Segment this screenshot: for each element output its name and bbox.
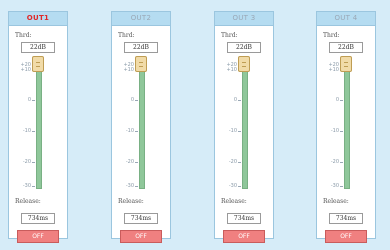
scale-tick: -10 (321, 127, 343, 135)
scale-tick: +10 (116, 66, 138, 74)
scale-tick: -10 (13, 127, 35, 135)
release-label: Release: (118, 198, 144, 205)
scale-tick: -20 (321, 158, 343, 166)
output-panel-out1: OUT1 Thrd: 22dB +20 +10 0 -10 -20 -30 Re… (8, 11, 68, 243)
threshold-slider-handle[interactable] (135, 56, 147, 72)
thrd-value-field[interactable]: 22dB (124, 42, 158, 53)
scale-tick: 0 (219, 96, 241, 104)
output-limiter-panel: OUT1 Thrd: 22dB +20 +10 0 -10 -20 -30 Re… (0, 0, 390, 250)
threshold-slider-track[interactable] (242, 65, 248, 189)
release-value-field[interactable]: 734ms (21, 213, 55, 224)
off-button[interactable]: OFF (120, 230, 162, 243)
scale-tick: +10 (13, 66, 35, 74)
thrd-label: Thrd: (15, 32, 32, 39)
threshold-slider-track[interactable] (344, 65, 350, 189)
scale-tick: -30 (116, 182, 138, 190)
scale-tick: -30 (321, 182, 343, 190)
threshold-slider-track[interactable] (36, 65, 42, 189)
panel-title-out4[interactable]: OUT 4 (317, 12, 375, 26)
off-button[interactable]: OFF (223, 230, 265, 243)
panel-title-out1[interactable]: OUT1 (9, 12, 67, 26)
thrd-value-field[interactable]: 22dB (329, 42, 363, 53)
off-button[interactable]: OFF (17, 230, 59, 243)
panel-title-out2[interactable]: OUT2 (112, 12, 170, 26)
scale-tick: +10 (321, 66, 343, 74)
output-panel-out2: OUT2 Thrd: 22dB +20 +10 0 -10 -20 -30 Re… (111, 11, 171, 243)
scale-tick: 0 (116, 96, 138, 104)
scale-tick: 0 (321, 96, 343, 104)
thrd-label: Thrd: (323, 32, 340, 39)
scale-tick: +10 (219, 66, 241, 74)
threshold-slider-track[interactable] (139, 65, 145, 189)
scale-tick: -30 (219, 182, 241, 190)
scale-tick: -20 (13, 158, 35, 166)
release-label: Release: (15, 198, 41, 205)
scale-tick: -10 (116, 127, 138, 135)
scale-tick: -20 (219, 158, 241, 166)
panel-title-out3[interactable]: OUT 3 (215, 12, 273, 26)
output-panel-out4: OUT 4 Thrd: 22dB +20 +10 0 -10 -20 -30 R… (316, 11, 376, 243)
thrd-value-field[interactable]: 22dB (227, 42, 261, 53)
release-label: Release: (323, 198, 349, 205)
output-panel-out3: OUT 3 Thrd: 22dB +20 +10 0 -10 -20 -30 R… (214, 11, 274, 243)
thrd-label: Thrd: (118, 32, 135, 39)
threshold-slider-handle[interactable] (238, 56, 250, 72)
threshold-slider-handle[interactable] (32, 56, 44, 72)
thrd-label: Thrd: (221, 32, 238, 39)
scale-tick: 0 (13, 96, 35, 104)
release-value-field[interactable]: 734ms (227, 213, 261, 224)
release-value-field[interactable]: 734ms (329, 213, 363, 224)
release-value-field[interactable]: 734ms (124, 213, 158, 224)
thrd-value-field[interactable]: 22dB (21, 42, 55, 53)
scale-tick: -10 (219, 127, 241, 135)
scale-tick: -30 (13, 182, 35, 190)
scale-tick: -20 (116, 158, 138, 166)
off-button[interactable]: OFF (325, 230, 367, 243)
release-label: Release: (221, 198, 247, 205)
threshold-slider-handle[interactable] (340, 56, 352, 72)
